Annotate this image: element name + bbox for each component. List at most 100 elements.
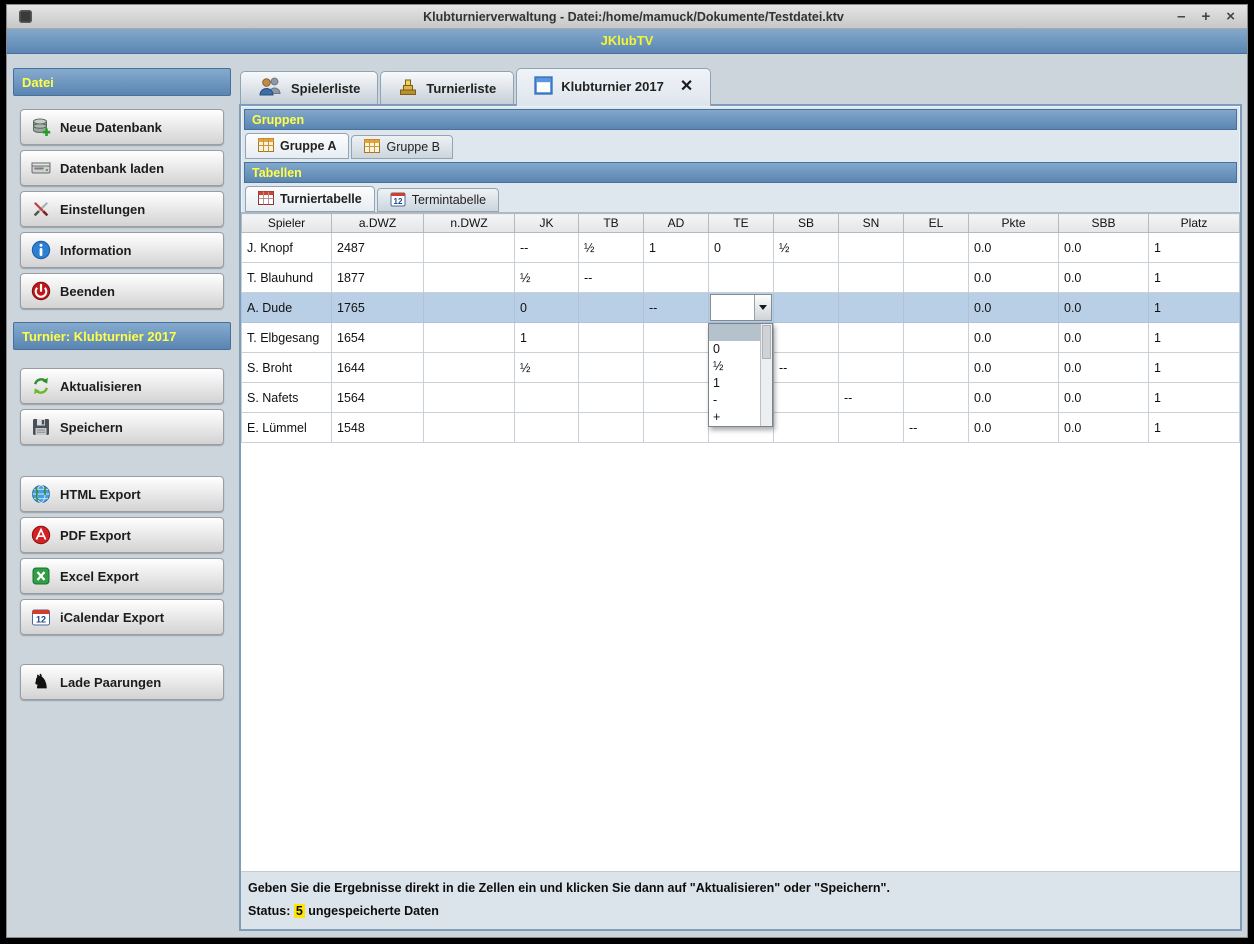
table-cell[interactable]: 0.0 (1058, 292, 1149, 323)
dropdown-option[interactable]: 1 (709, 375, 760, 392)
table-cell[interactable]: 0.0 (968, 262, 1059, 293)
table-row[interactable]: A. Dude 1765 0 -- 0.0 0.0 1 (241, 292, 1240, 323)
table-cell[interactable] (903, 292, 969, 323)
table-cell[interactable] (708, 292, 774, 323)
column-header-tb[interactable]: TB (578, 213, 644, 233)
table-cell[interactable] (643, 352, 709, 383)
table-cell[interactable]: 1 (1148, 412, 1240, 443)
tab-klubturnier-2017[interactable]: Klubturnier 2017 ✕ (516, 68, 712, 106)
table-cell[interactable]: ½ (578, 232, 644, 263)
table-cell[interactable]: S. Nafets (241, 382, 332, 413)
dropdown-option[interactable]: + (709, 409, 760, 426)
table-cell[interactable] (903, 322, 969, 353)
table-cell[interactable] (903, 352, 969, 383)
minimize-button[interactable]: – (1177, 9, 1185, 24)
table-cell[interactable] (708, 262, 774, 293)
table-cell[interactable]: 1 (1148, 262, 1240, 293)
column-header-pkte[interactable]: Pkte (968, 213, 1059, 233)
table-cell[interactable]: -- (838, 382, 904, 413)
scrollbar-thumb[interactable] (762, 325, 771, 359)
table-cell[interactable]: 0.0 (968, 322, 1059, 353)
table-cell[interactable]: 1877 (331, 262, 424, 293)
dropdown-scrollbar[interactable] (760, 324, 772, 426)
result-combo-editor[interactable] (710, 294, 772, 321)
table-cell[interactable]: -- (578, 262, 644, 293)
table-cell[interactable]: 0.0 (1058, 382, 1149, 413)
maximize-button[interactable]: + (1201, 9, 1210, 24)
table-cell[interactable] (838, 292, 904, 323)
html-export-button[interactable]: HTML Export (20, 476, 224, 512)
table-cell[interactable]: ½ (773, 232, 839, 263)
table-cell[interactable]: 0.0 (968, 382, 1059, 413)
table-cell[interactable] (838, 262, 904, 293)
table-cell[interactable]: 0 (708, 232, 774, 263)
table-cell[interactable] (514, 382, 579, 413)
neue-datenbank-button[interactable]: Neue Datenbank (20, 109, 224, 145)
dropdown-option[interactable] (709, 324, 760, 341)
column-header-a-dwz[interactable]: a.DWZ (331, 213, 424, 233)
table-row[interactable]: T. Blauhund 1877 ½ -- 0.0 0.0 1 (241, 262, 1240, 293)
table-cell[interactable]: 1 (514, 322, 579, 353)
tab-close-icon[interactable]: ✕ (680, 78, 693, 94)
table-cell[interactable]: 0.0 (1058, 232, 1149, 263)
table-cell[interactable] (838, 232, 904, 263)
table-cell[interactable]: 2487 (331, 232, 424, 263)
table-cell[interactable] (903, 262, 969, 293)
tab-spielerliste[interactable]: Spielerliste (240, 71, 379, 104)
table-cell[interactable] (773, 412, 839, 443)
table-cell[interactable] (643, 412, 709, 443)
table-cell[interactable]: T. Elbgesang (241, 322, 332, 353)
column-header-sn[interactable]: SN (838, 213, 904, 233)
table-cell[interactable]: A. Dude (241, 292, 332, 323)
table-cell[interactable]: 1 (1148, 352, 1240, 383)
table-cell[interactable] (773, 382, 839, 413)
column-header-platz[interactable]: Platz (1148, 213, 1240, 233)
tab-gruppe-b[interactable]: Gruppe B (351, 135, 453, 159)
icalendar-export-button[interactable]: 12 iCalendar Export (20, 599, 224, 635)
table-cell[interactable] (578, 322, 644, 353)
table-cell[interactable] (838, 352, 904, 383)
table-cell[interactable]: J. Knopf (241, 232, 332, 263)
dropdown-option[interactable]: ½ (709, 358, 760, 375)
table-cell[interactable] (423, 382, 515, 413)
table-cell[interactable] (423, 262, 515, 293)
table-cell[interactable] (514, 412, 579, 443)
table-cell[interactable] (423, 412, 515, 443)
table-cell[interactable] (423, 292, 515, 323)
close-button[interactable]: × (1226, 9, 1235, 24)
dropdown-option[interactable]: 0 (709, 341, 760, 358)
table-cell[interactable]: 1644 (331, 352, 424, 383)
table-cell[interactable] (578, 382, 644, 413)
table-cell[interactable] (643, 322, 709, 353)
table-cell[interactable] (578, 292, 644, 323)
table-cell[interactable] (423, 232, 515, 263)
column-header-sbb[interactable]: SBB (1058, 213, 1149, 233)
table-cell[interactable]: -- (773, 352, 839, 383)
pdf-export-button[interactable]: PDF Export (20, 517, 224, 553)
table-cell[interactable] (578, 352, 644, 383)
beenden-button[interactable]: Beenden (20, 273, 224, 309)
table-cell[interactable]: 1654 (331, 322, 424, 353)
speichern-button[interactable]: Speichern (20, 409, 224, 445)
table-cell[interactable] (423, 352, 515, 383)
column-header-jk[interactable]: JK (514, 213, 579, 233)
table-cell[interactable] (773, 262, 839, 293)
table-cell[interactable]: T. Blauhund (241, 262, 332, 293)
table-cell[interactable]: 0.0 (1058, 352, 1149, 383)
column-header-te[interactable]: TE (708, 213, 774, 233)
table-cell[interactable] (838, 322, 904, 353)
table-cell[interactable]: 1 (643, 232, 709, 263)
titlebar[interactable]: Klubturnierverwaltung - Datei:/home/mamu… (7, 5, 1247, 29)
table-cell[interactable]: -- (643, 292, 709, 323)
information-button[interactable]: Information (20, 232, 224, 268)
table-row[interactable]: J. Knopf 2487 -- ½ 1 0 ½ 0.0 0.0 1 (241, 232, 1240, 263)
excel-export-button[interactable]: Excel Export (20, 558, 224, 594)
table-cell[interactable]: 1 (1148, 322, 1240, 353)
column-header-sb[interactable]: SB (773, 213, 839, 233)
table-cell[interactable] (423, 322, 515, 353)
table-cell[interactable]: 1548 (331, 412, 424, 443)
table-cell[interactable]: 1765 (331, 292, 424, 323)
table-cell[interactable]: 0.0 (968, 292, 1059, 323)
tab-gruppe-a[interactable]: Gruppe A (245, 133, 350, 159)
table-cell[interactable]: 1 (1148, 232, 1240, 263)
